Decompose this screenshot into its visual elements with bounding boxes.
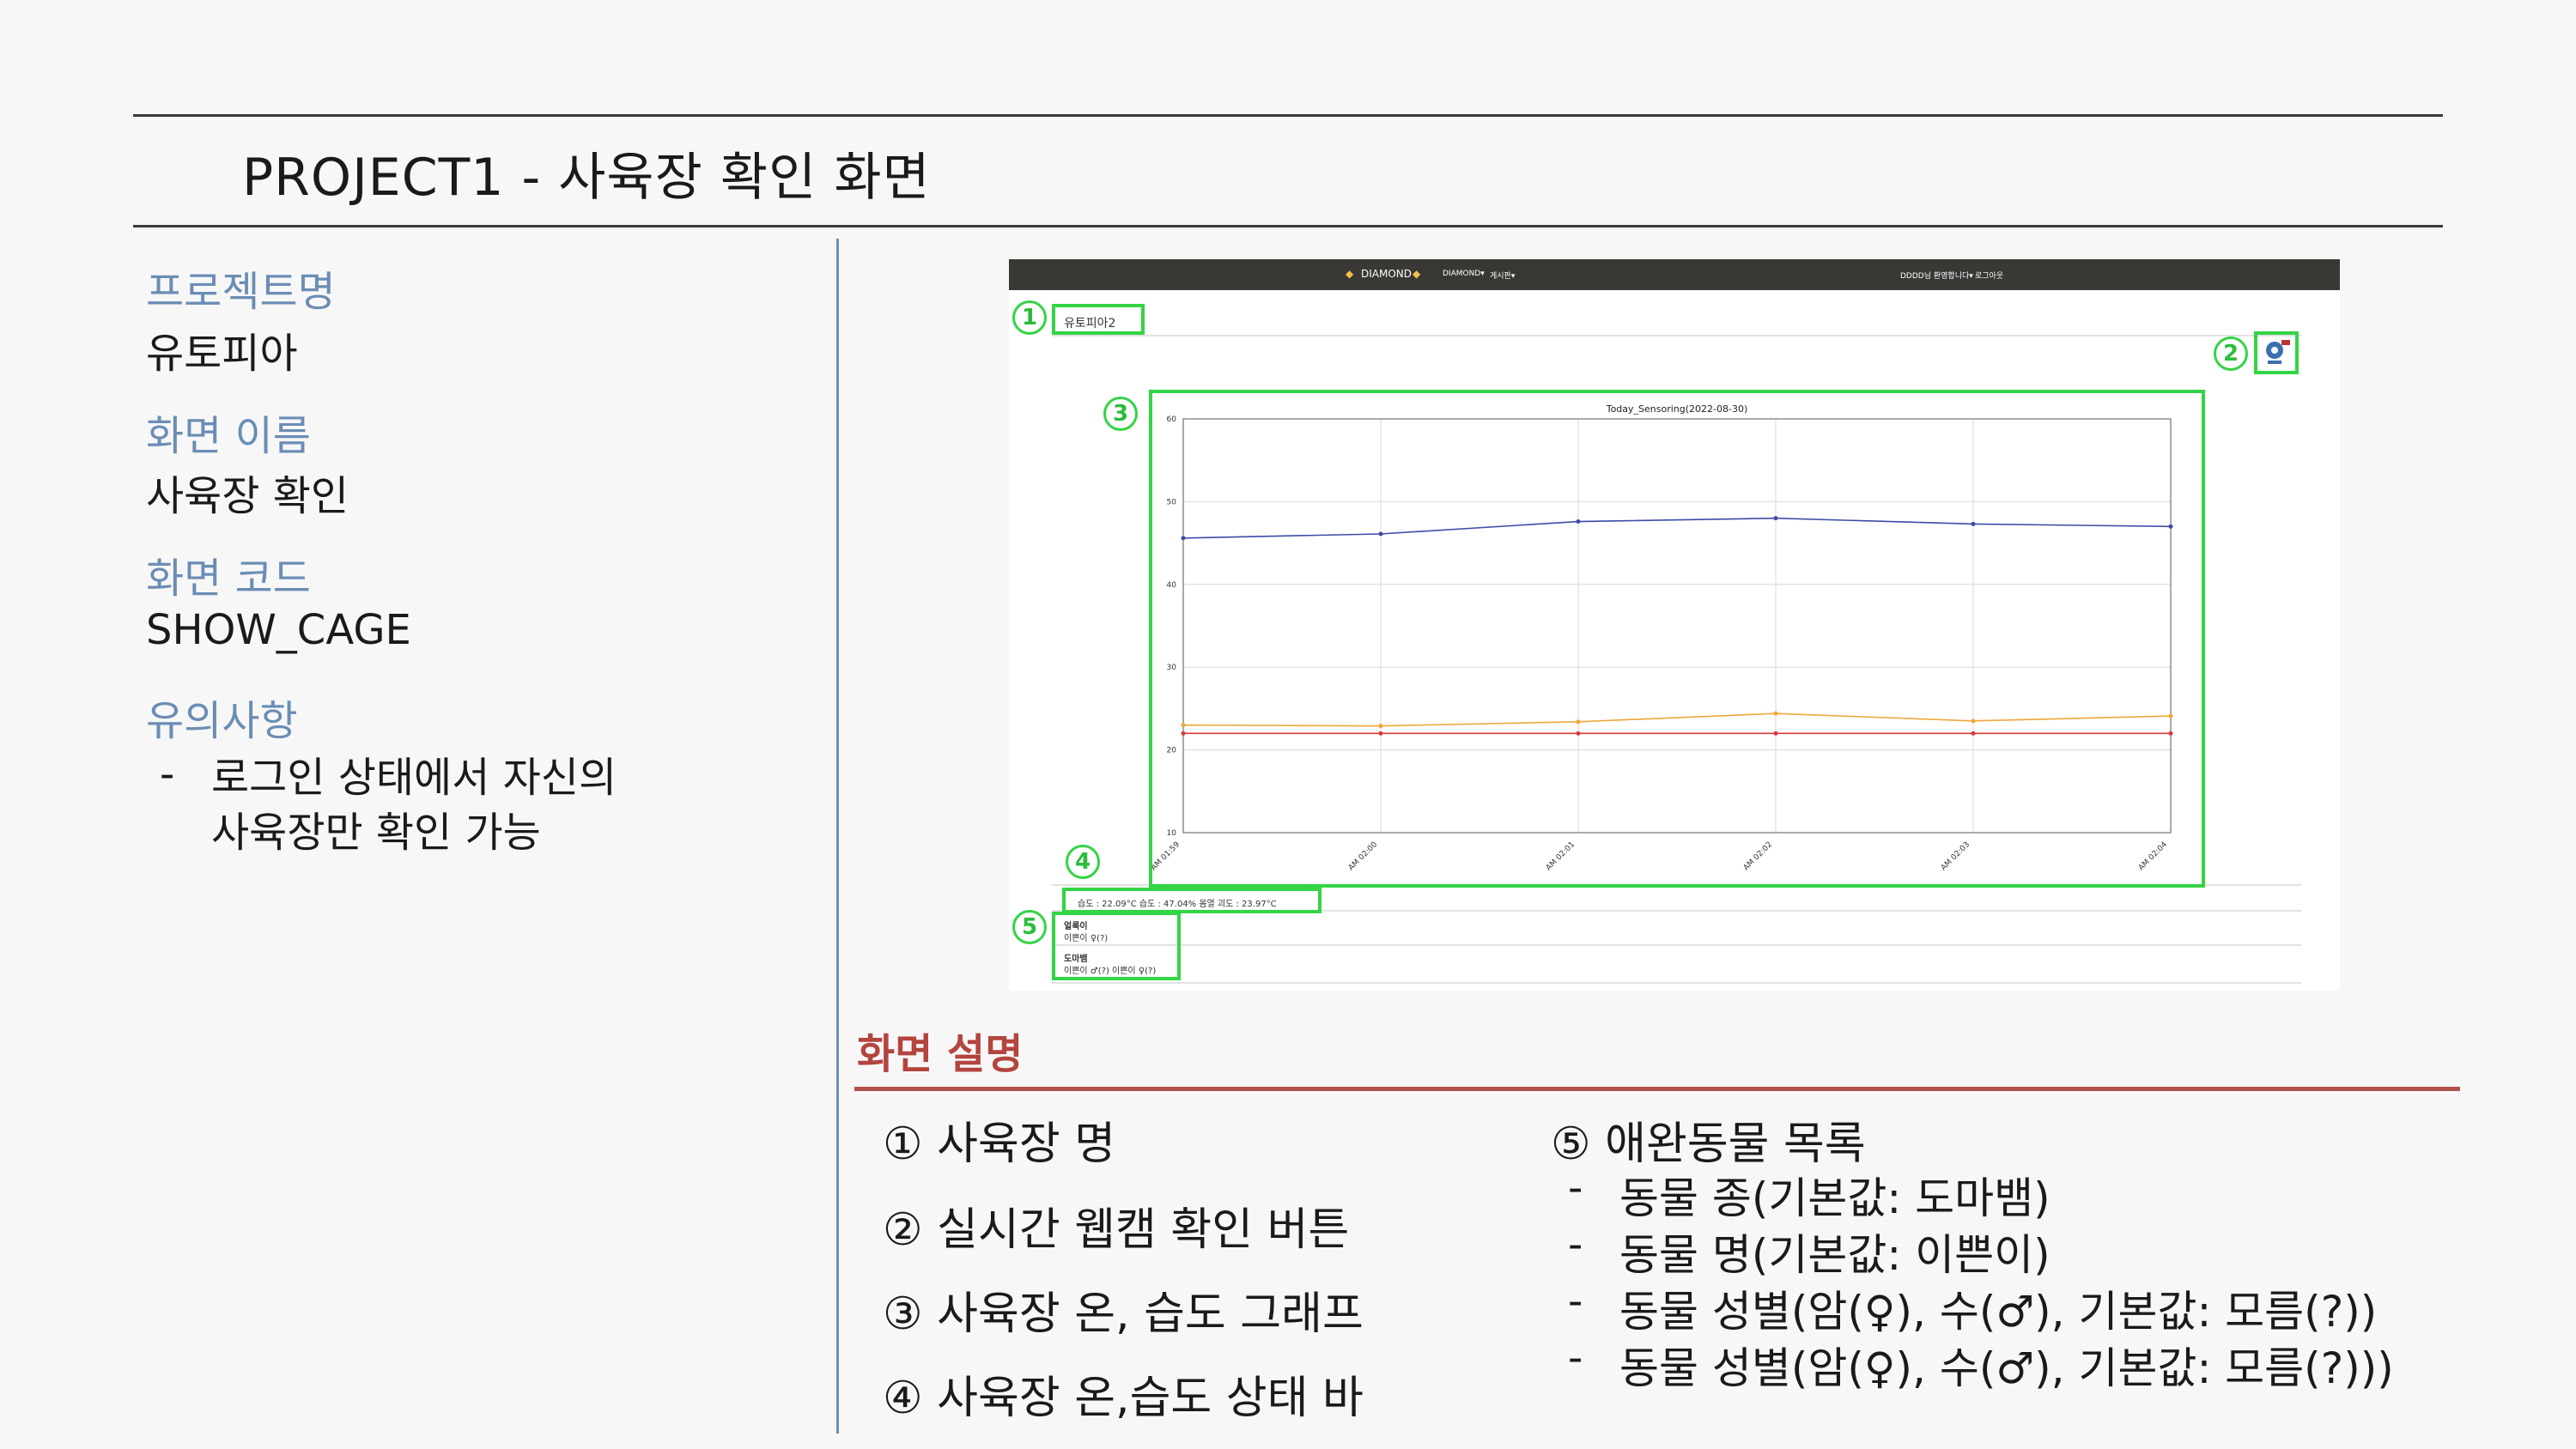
- column-divider: [836, 239, 839, 1434]
- data-point: [1773, 516, 1778, 521]
- data-point: [1773, 711, 1778, 716]
- nav-menu-board[interactable]: 게시판▾: [1490, 270, 1515, 281]
- data-point: [1181, 731, 1186, 736]
- desc-item-4: ④ 사육장 온,습도 상태 바: [883, 1373, 1364, 1424]
- data-point: [1971, 731, 1976, 736]
- callout-1: 1: [1012, 300, 1047, 335]
- y-tick-label: 60: [1167, 415, 1177, 424]
- webcam-icon: [2266, 340, 2290, 364]
- desc-sub-item: 동물 성별(암(♀), 수(♂), 기본값: 모름(?)): [1619, 1287, 2378, 1337]
- series-line: [1182, 517, 2172, 539]
- status-text: 습도 : 22.09°C 습도 : 47.04% 몸열 괴도 : 23.97°C: [1078, 900, 1277, 909]
- brand-link[interactable]: DIAMOND: [1361, 268, 1412, 280]
- frame-line: [1052, 335, 2301, 336]
- pet-species: 도마뱀: [1064, 955, 1088, 964]
- y-tick-label: 40: [1167, 581, 1177, 590]
- diamond-icon: ◆: [1413, 268, 1421, 280]
- nav-user-menu[interactable]: DDDD님 환영합니다▾: [1900, 270, 1973, 281]
- data-point: [1378, 731, 1383, 736]
- desc-dash: -: [1568, 1277, 1583, 1325]
- nav-menu-diamond[interactable]: DIAMOND▾: [1443, 270, 1485, 278]
- data-point: [1378, 531, 1383, 537]
- data-point: [1181, 536, 1186, 541]
- cage-name-box[interactable]: 유토피아2: [1052, 304, 1145, 335]
- data-point: [1378, 724, 1383, 729]
- y-tick-label: 20: [1167, 747, 1177, 755]
- series-line: [1182, 712, 2172, 727]
- desc-sub-item: 동물 종(기본값: 도마뱀): [1619, 1173, 2050, 1223]
- callout-5: 5: [1012, 910, 1047, 944]
- desc-dash: -: [1568, 1334, 1583, 1382]
- pet-list: 얼룩이 이쁜이 ♀(?) 도마뱀 이쁜이 ♂(?) 이쁜이 ♀(?): [1052, 912, 1181, 980]
- logout-link[interactable]: 로그아웃: [1975, 270, 2003, 281]
- notes-dash: -: [160, 750, 175, 798]
- project-value: 유토피아: [146, 330, 298, 378]
- top-navbar: ◆ DIAMOND ◆ DIAMOND▾ 게시판▾ DDDD님 환영합니다▾ 로…: [1009, 259, 2340, 290]
- screen-name-value: 사육장 확인: [146, 472, 349, 520]
- x-tick-label: AM 02:00: [1347, 840, 1379, 872]
- frame-line: [1052, 944, 2301, 946]
- project-label: 프로젝트명: [146, 268, 336, 316]
- desc-item-1: ① 사육장 명: [883, 1119, 1116, 1170]
- note-line: 사육장만 확인 가능: [211, 809, 541, 857]
- data-point: [2168, 731, 2173, 736]
- x-tick-label: AM 01:59: [1152, 840, 1182, 872]
- diamond-icon: ◆: [1346, 268, 1354, 280]
- y-tick-label: 30: [1167, 664, 1177, 672]
- notes-label: 유의사항: [146, 697, 298, 745]
- sensor-line-chart: Today_Sensoring(2022-08-30) 10 20 30 40 50 60 A…: [1150, 403, 2173, 872]
- data-point: [1576, 719, 1581, 724]
- screen-name-label: 화면 이름: [146, 412, 311, 460]
- notes-text: 로그인 상태에서 자신의 사육장만 확인 가능: [211, 750, 617, 860]
- description-title: 화면 설명: [857, 1030, 1024, 1078]
- callout-4: 4: [1066, 845, 1100, 879]
- desc-sub-item: 동물 성별(암(♀), 수(♂), 기본값: 모름(?))): [1619, 1343, 2394, 1393]
- desc-item-5-heading: ⑤ 애완동물 목록: [1551, 1119, 1866, 1170]
- callout-3: 3: [1103, 397, 1138, 431]
- screen-mockup: ◆ DIAMOND ◆ DIAMOND▾ 게시판▾ DDDD님 환영합니다▾ 로…: [1009, 259, 2340, 991]
- x-tick-label: AM 02:03: [1940, 840, 1971, 872]
- screen-code-value: SHOW_CAGE: [146, 606, 411, 654]
- frame-line: [1052, 982, 2301, 984]
- desc-item-3: ③ 사육장 온, 습도 그래프: [883, 1288, 1364, 1340]
- status-bar: 습도 : 22.09°C 습도 : 47.04% 몸열 괴도 : 23.97°C: [1062, 888, 1321, 913]
- x-tick-label: AM 02:01: [1545, 840, 1577, 872]
- desc-item-2: ② 실시간 웹캠 확인 버튼: [883, 1204, 1350, 1256]
- pet-name[interactable]: 이쁜이 ♂(?) 이쁜이 ♀(?): [1064, 963, 1156, 976]
- data-point: [1971, 521, 1976, 526]
- data-point: [2168, 524, 2173, 529]
- pet-species: 얼룩이: [1064, 922, 1088, 931]
- pet-name[interactable]: 이쁜이 ♀(?): [1064, 931, 1108, 943]
- chart-title: Today_Sensoring(2022-08-30): [1606, 403, 1748, 415]
- plot-frame: [1182, 418, 2172, 834]
- x-tick-label: AM 02:04: [2137, 840, 2169, 872]
- sensor-chart-box: Today_Sensoring(2022-08-30) 10 20 30 40 50 60 A…: [1149, 390, 2205, 888]
- data-point: [1181, 723, 1186, 728]
- y-tick-label: 10: [1167, 829, 1177, 838]
- page-title: PROJECT1 - 사육장 확인 화면: [242, 148, 931, 208]
- screen-code-label: 화면 코드: [146, 555, 311, 603]
- cage-name: 유토피아2: [1064, 317, 1116, 330]
- desc-sub-item: 동물 명(기본값: 이쁜이): [1619, 1230, 2050, 1280]
- header-bottom-rule: [133, 225, 2443, 227]
- header-top-rule: [133, 114, 2443, 117]
- data-point: [2168, 713, 2173, 718]
- data-point: [1773, 731, 1778, 736]
- x-tick-label: AM 02:02: [1742, 840, 1774, 872]
- y-tick-label: 50: [1167, 498, 1177, 506]
- description-rule: [854, 1087, 2460, 1091]
- data-point: [1971, 718, 1976, 724]
- webcam-button[interactable]: [2254, 331, 2299, 374]
- data-point: [1576, 731, 1581, 736]
- desc-dash: -: [1568, 1221, 1583, 1269]
- callout-2: 2: [2214, 336, 2248, 371]
- data-point: [1576, 519, 1581, 524]
- note-line: 로그인 상태에서 자신의: [211, 754, 617, 802]
- desc-dash: -: [1568, 1164, 1583, 1212]
